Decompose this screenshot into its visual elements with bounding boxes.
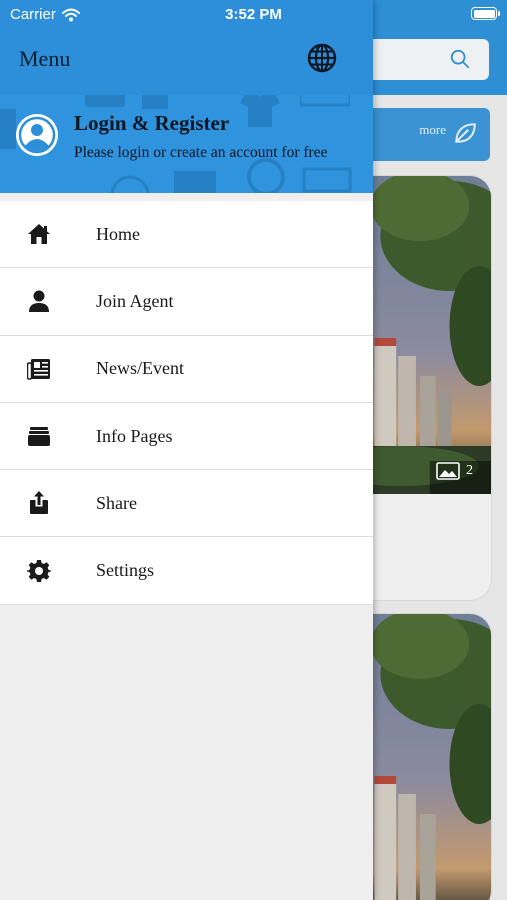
folder-icon [27, 424, 51, 448]
decor-pattern-icon [240, 95, 280, 127]
decor-pattern-icon [300, 95, 350, 107]
decor-pattern-icon [174, 171, 216, 193]
photo-count: 2 [436, 462, 473, 480]
menu-item-settings[interactable]: Settings [0, 537, 373, 605]
menu-item-info-pages[interactable]: Info Pages [0, 403, 373, 471]
globe-icon[interactable] [306, 42, 338, 74]
decor-pattern-icon [302, 167, 352, 193]
search-icon[interactable] [449, 48, 471, 70]
photo-count-value: 2 [466, 463, 473, 478]
person-icon [27, 289, 51, 313]
menu-item-label: Settings [96, 560, 155, 581]
decor-pattern-icon [85, 95, 125, 107]
image-icon [436, 462, 460, 480]
menu-item-home[interactable]: Home [0, 201, 373, 269]
login-register-title[interactable]: Login & Register [74, 111, 229, 136]
battery-icon [471, 7, 500, 20]
menu-item-label: Info Pages [96, 425, 173, 446]
side-drawer: Menu Login & Register Please login or cr… [0, 0, 373, 900]
menu-item-label: Home [96, 223, 140, 244]
home-icon [27, 222, 51, 246]
newspaper-icon [27, 357, 51, 381]
login-register-subtitle: Please login or create an account for fr… [74, 144, 328, 161]
drawer-title: Menu [19, 46, 71, 71]
menu-item-join-agent[interactable]: Join Agent [0, 268, 373, 336]
more-link[interactable]: more [419, 122, 446, 138]
decor-pattern-icon [110, 175, 150, 193]
menu-item-news-event[interactable]: News/Event [0, 336, 373, 403]
user-avatar-icon [16, 114, 58, 156]
status-bar: Carrier 3:52 PM [0, 0, 507, 30]
menu-item-label: Share [96, 492, 137, 513]
decor-pattern-icon [247, 158, 285, 193]
decor-pattern-icon [142, 95, 168, 109]
avatar[interactable] [16, 114, 58, 156]
leaf-icon [455, 123, 476, 143]
status-time: 3:52 PM [225, 6, 282, 23]
login-register-banner[interactable]: Login & Register Please login or create … [0, 95, 373, 193]
menu-item-share[interactable]: Share [0, 470, 373, 538]
drawer-menu: Home Join Agent News/Event Info Pages Sh… [0, 201, 373, 605]
gear-icon [27, 559, 51, 583]
menu-item-label: News/Event [96, 358, 184, 379]
menu-item-label: Join Agent [96, 290, 174, 311]
share-icon [27, 491, 51, 515]
